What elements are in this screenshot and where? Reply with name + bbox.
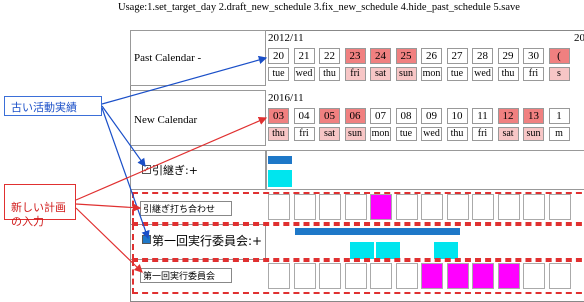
handover-plan-slot-3[interactable] xyxy=(344,194,367,220)
past-weekday-7: tue xyxy=(446,67,468,81)
new-plan-callout: 新しい計画 の入力 xyxy=(4,184,76,228)
committee-plan-slot-7[interactable] xyxy=(446,263,469,289)
committee-plan-slot-2[interactable] xyxy=(319,263,341,289)
past-day-5[interactable]: 25 xyxy=(395,48,417,64)
past-day-4[interactable]: 24 xyxy=(370,48,391,64)
new-day-1[interactable]: 04 xyxy=(293,108,315,124)
past-day-6[interactable]: 26 xyxy=(421,48,442,64)
past-day-3[interactable]: 23 xyxy=(344,48,366,64)
past-weekday-0: tue xyxy=(268,67,289,81)
committee-plan-slot-4[interactable] xyxy=(370,263,392,289)
handover-plan-slot-9[interactable] xyxy=(497,194,520,220)
committee-plan-slot-5[interactable] xyxy=(395,263,418,289)
new-day-11[interactable]: 1 xyxy=(548,108,570,124)
committee-plan-slot-0[interactable] xyxy=(268,263,290,289)
new-day-9[interactable]: 12 xyxy=(497,108,519,124)
new-plan-text: 新しい計画 の入力 xyxy=(11,201,66,228)
new-day-4[interactable]: 07 xyxy=(370,108,391,124)
new-day-6[interactable]: 09 xyxy=(421,108,442,124)
handover-track-area xyxy=(266,150,584,190)
committee-plan-slot-1[interactable] xyxy=(293,263,316,289)
usage-text: Usage:1.set_target_day 2.draft_new_sched… xyxy=(118,2,520,13)
past-weekday-8: wed xyxy=(472,67,493,81)
committee-plan-slot-9[interactable] xyxy=(497,263,520,289)
past-day-0[interactable]: 20 xyxy=(268,48,289,64)
handover-new-bar xyxy=(268,170,292,187)
new-weekday-3: sun xyxy=(344,127,366,141)
past-weekday-9: thu xyxy=(497,67,519,81)
new-day-8[interactable]: 11 xyxy=(472,108,493,124)
handover-plan-slot-5[interactable] xyxy=(395,194,418,220)
handover-checkbox[interactable]: ✓ xyxy=(142,165,151,174)
past-day-1[interactable]: 21 xyxy=(293,48,315,64)
new-weekday-11: m xyxy=(548,127,570,141)
past-calendar-label[interactable]: Past Calendar - xyxy=(134,52,201,64)
past-day-2[interactable]: 22 xyxy=(319,48,340,64)
handover-plan-slot-1[interactable] xyxy=(293,194,316,220)
new-weekday-9: sat xyxy=(497,127,519,141)
new-month: 2016/11 xyxy=(268,92,304,104)
past-day-11[interactable]: ( xyxy=(548,48,570,64)
new-weekday-10: sun xyxy=(523,127,544,141)
committee-plan-input[interactable] xyxy=(140,268,232,283)
new-day-5[interactable]: 08 xyxy=(395,108,417,124)
past-month: 2012/11 xyxy=(268,32,304,44)
old-activity-text: 古い活動実績 xyxy=(11,101,77,114)
new-day-2[interactable]: 05 xyxy=(319,108,340,124)
handover-plan-slot-6[interactable] xyxy=(421,194,443,220)
handover-plan-slot-4[interactable] xyxy=(370,194,392,220)
old-activity-callout: 古い活動実績 xyxy=(4,96,102,116)
past-weekday-3: fri xyxy=(344,67,366,81)
committee-plan-slot-8[interactable] xyxy=(472,263,494,289)
handover-plan-input[interactable] xyxy=(140,201,232,216)
committee-plan-slot-6[interactable] xyxy=(421,263,443,289)
committee-plan-slot-11[interactable] xyxy=(548,263,571,289)
handover-plan-slot-0[interactable] xyxy=(268,194,290,220)
new-weekday-4: mon xyxy=(370,127,391,141)
past-weekday-1: wed xyxy=(293,67,315,81)
handover-plan-slot-8[interactable] xyxy=(472,194,494,220)
new-weekday-0: thu xyxy=(268,127,289,141)
past-day-9[interactable]: 29 xyxy=(497,48,519,64)
new-weekday-5: tue xyxy=(395,127,417,141)
past-weekday-5: sun xyxy=(395,67,417,81)
new-calendar-label[interactable]: New Calendar xyxy=(134,114,197,126)
committee-row-highlight xyxy=(132,224,584,260)
new-day-0[interactable]: 03 xyxy=(268,108,289,124)
handover-plan-slot-2[interactable] xyxy=(319,194,341,220)
new-weekday-6: wed xyxy=(421,127,442,141)
handover-plan-slot-7[interactable] xyxy=(446,194,469,220)
past-day-7[interactable]: 27 xyxy=(446,48,468,64)
new-day-10[interactable]: 13 xyxy=(523,108,544,124)
past-weekday-10: fri xyxy=(523,67,544,81)
past-weekday-4: sat xyxy=(370,67,391,81)
handover-plan-slot-10[interactable] xyxy=(523,194,545,220)
handover-label: 引継ぎ:+ xyxy=(152,164,198,177)
past-month-next: 20 xyxy=(574,32,584,44)
handover-plan-slot-11[interactable] xyxy=(548,194,571,220)
handover-past-bar xyxy=(268,156,292,164)
committee-plan-slot-3[interactable] xyxy=(344,263,367,289)
new-weekday-7: thu xyxy=(446,127,468,141)
new-day-3[interactable]: 06 xyxy=(344,108,366,124)
past-day-10[interactable]: 30 xyxy=(523,48,544,64)
past-weekday-2: thu xyxy=(319,67,340,81)
past-day-8[interactable]: 28 xyxy=(472,48,493,64)
past-weekday-6: mon xyxy=(421,67,442,81)
new-day-7[interactable]: 10 xyxy=(446,108,468,124)
new-weekday-2: sat xyxy=(319,127,340,141)
committee-plan-slot-10[interactable] xyxy=(523,263,545,289)
new-weekday-1: fri xyxy=(293,127,315,141)
past-weekday-11: s xyxy=(548,67,570,81)
new-weekday-8: fri xyxy=(472,127,493,141)
